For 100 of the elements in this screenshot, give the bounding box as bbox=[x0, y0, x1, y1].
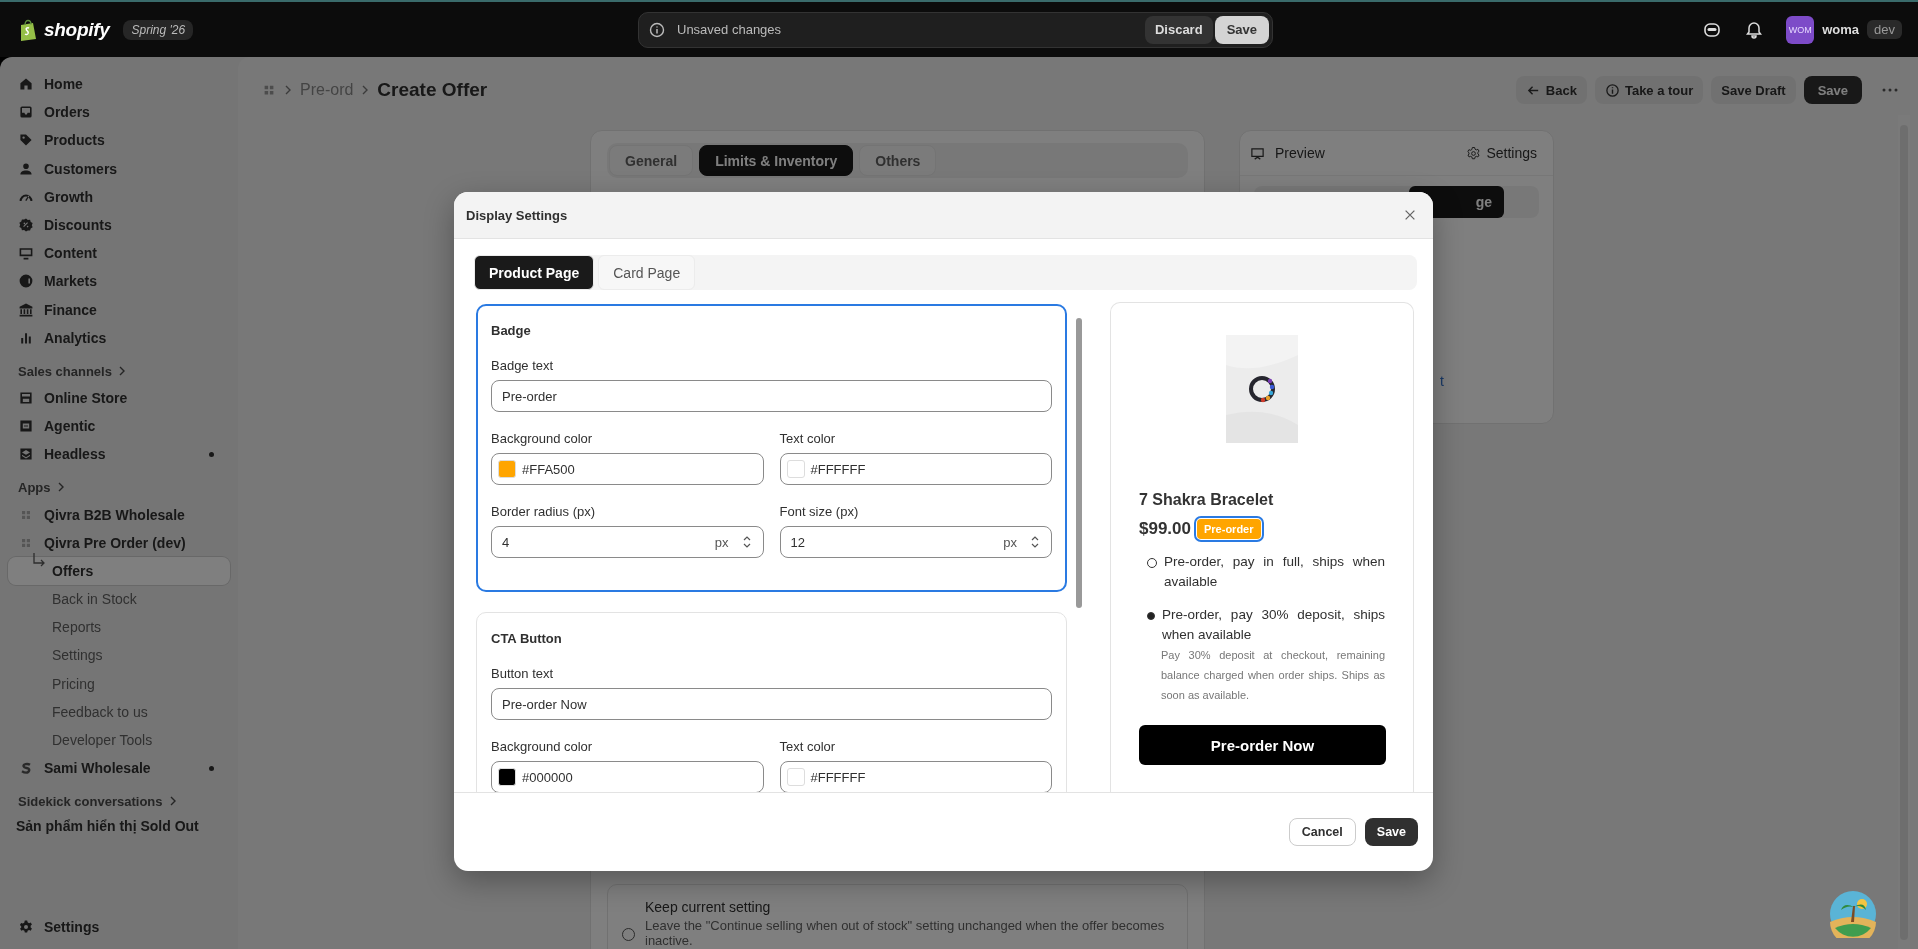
bank-icon bbox=[18, 301, 34, 318]
option-label: Pre-order, pay in full, ships when available bbox=[1164, 553, 1385, 591]
color-swatch[interactable] bbox=[786, 460, 805, 478]
logo-text: shopify bbox=[44, 18, 110, 41]
header-button[interactable]: Take a tour bbox=[1594, 76, 1704, 104]
nav-item[interactable]: Analytics bbox=[8, 323, 230, 352]
environment-badge: dev bbox=[1867, 20, 1902, 39]
user-name[interactable]: woma bbox=[1822, 22, 1860, 37]
layers-icon bbox=[18, 446, 34, 463]
section-title: Badge bbox=[491, 323, 532, 338]
inbox-icon bbox=[18, 104, 34, 121]
text-field[interactable]: Pre-order bbox=[491, 380, 1052, 412]
person-icon bbox=[18, 160, 34, 177]
app-item[interactable]: Sami Wholesale bbox=[8, 754, 230, 783]
sub-nav-item[interactable]: Reports bbox=[8, 613, 230, 642]
status-dot bbox=[209, 451, 214, 457]
option-label: Pre-order, pay 30% deposit, ships when available bbox=[1162, 606, 1385, 644]
color-field[interactable]: #FFFFFF bbox=[779, 453, 1052, 485]
home-icon bbox=[18, 76, 34, 93]
field-label: Font size (px) bbox=[779, 504, 860, 519]
product-title: 7 Shakra Bracelet bbox=[1139, 491, 1275, 509]
gear-icon bbox=[1466, 145, 1482, 161]
save-button[interactable]: Save bbox=[1364, 818, 1418, 846]
bell-icon[interactable] bbox=[1744, 19, 1765, 40]
option-card[interactable]: Keep current setting Leave the "Continue selling when out of stock" setting unchanged when the offer becomes inactive. bbox=[607, 884, 1188, 949]
nav-item[interactable]: Products bbox=[8, 126, 230, 155]
store-badge: Spring '26 bbox=[123, 19, 194, 40]
text-field[interactable]: Pre-order Now bbox=[491, 688, 1052, 720]
badge-icon bbox=[18, 217, 34, 234]
section-heading[interactable]: Sidekick conversations bbox=[8, 782, 230, 815]
tab[interactable]: Limits & Inventory bbox=[699, 145, 854, 176]
color-field[interactable]: #FFA500 bbox=[491, 453, 764, 485]
preorder-badge: Pre-order bbox=[1197, 519, 1261, 539]
color-swatch[interactable] bbox=[498, 768, 516, 786]
shopping-bag-icon bbox=[18, 18, 38, 41]
option-description: Leave the "Continue selling when out of stock" setting unchanged when the offer becomes inactive. bbox=[645, 918, 1166, 948]
nav-item[interactable]: Markets bbox=[8, 267, 230, 296]
app-item[interactable]: Qivra B2B Wholesale bbox=[8, 500, 230, 529]
tab[interactable]: Product Page bbox=[474, 255, 595, 290]
color-swatch[interactable] bbox=[498, 460, 516, 478]
section-heading[interactable]: Sales channels bbox=[8, 351, 230, 384]
color-swatch[interactable] bbox=[786, 768, 805, 786]
sub-nav-item[interactable]: Offers bbox=[8, 556, 230, 585]
status-dot bbox=[209, 765, 214, 771]
sub-nav-item[interactable]: Developer Tools bbox=[8, 725, 230, 755]
settings-button[interactable]: Settings bbox=[1460, 144, 1543, 162]
header-button[interactable]: Save Draft bbox=[1711, 76, 1796, 104]
section-heading[interactable]: Apps bbox=[8, 468, 230, 501]
conversation-item[interactable]: Sản phẩm hiển thị Sold Out bbox=[8, 814, 230, 839]
nav-item[interactable]: Headless bbox=[8, 440, 230, 469]
radio-button[interactable] bbox=[1147, 612, 1155, 620]
close-icon[interactable] bbox=[1403, 208, 1417, 222]
chevron-right-icon bbox=[284, 85, 292, 95]
settings-nav-item[interactable]: Settings bbox=[8, 912, 230, 941]
header-button[interactable]: Back bbox=[1515, 76, 1587, 104]
app-icon[interactable] bbox=[262, 83, 276, 97]
tab[interactable]: General bbox=[609, 145, 694, 176]
nav-item[interactable]: Finance bbox=[8, 295, 230, 324]
gear-icon bbox=[18, 918, 34, 935]
product-price: $99.00 bbox=[1139, 519, 1191, 539]
field-label: Background color bbox=[491, 739, 594, 754]
nav-item[interactable]: Growth bbox=[8, 182, 230, 211]
chevron-right-icon bbox=[361, 85, 370, 95]
field-label: Text color bbox=[779, 739, 837, 754]
number-field[interactable]: 4 px bbox=[491, 526, 764, 558]
nav-item[interactable]: Content bbox=[8, 239, 230, 268]
nav-item[interactable]: Online Store bbox=[8, 383, 230, 413]
chevron-right-icon bbox=[168, 796, 177, 807]
sub-nav-item[interactable]: Settings bbox=[8, 641, 230, 670]
app-item[interactable]: Qivra Pre Order (dev) bbox=[8, 528, 230, 557]
store-icon bbox=[18, 389, 34, 406]
info-icon bbox=[649, 21, 665, 38]
link[interactable]: t bbox=[1440, 373, 1444, 389]
tab[interactable]: Others bbox=[859, 145, 937, 176]
nav-item[interactable]: Discounts bbox=[8, 210, 230, 240]
option-title: Keep current setting bbox=[645, 899, 772, 915]
nav-item[interactable]: Agentic bbox=[8, 412, 230, 441]
tab[interactable]: Card Page bbox=[598, 255, 696, 290]
field-label: Text color bbox=[779, 431, 837, 446]
nav-item[interactable]: Customers bbox=[8, 154, 230, 183]
nav-item[interactable]: Home bbox=[8, 70, 230, 99]
sub-nav-item[interactable]: Feedback to us bbox=[8, 697, 230, 726]
info-icon bbox=[1604, 82, 1620, 98]
sub-nav-item[interactable]: Pricing bbox=[8, 669, 230, 698]
field-label: Background color bbox=[491, 431, 594, 446]
field-label: Badge text bbox=[491, 358, 555, 373]
field-label: Button text bbox=[491, 666, 555, 681]
sub-nav-item[interactable]: Back in Stock bbox=[8, 585, 230, 614]
save-button[interactable]: Save bbox=[1803, 76, 1862, 104]
preorder-button[interactable]: Pre-order Now bbox=[1139, 725, 1386, 765]
discard-button[interactable]: Discard bbox=[1144, 15, 1213, 44]
nav-item[interactable]: Orders bbox=[8, 98, 230, 127]
user-avatar[interactable]: WOM bbox=[1786, 15, 1815, 44]
cancel-button[interactable]: Cancel bbox=[1288, 818, 1356, 846]
presentation-icon bbox=[1250, 145, 1265, 161]
save-button[interactable]: Save bbox=[1214, 15, 1269, 44]
number-field[interactable]: 12 px bbox=[779, 526, 1052, 558]
page-title: Create Offer bbox=[377, 79, 488, 101]
chevron-right-icon bbox=[56, 482, 65, 493]
preview-label: Preview bbox=[1250, 145, 1325, 161]
